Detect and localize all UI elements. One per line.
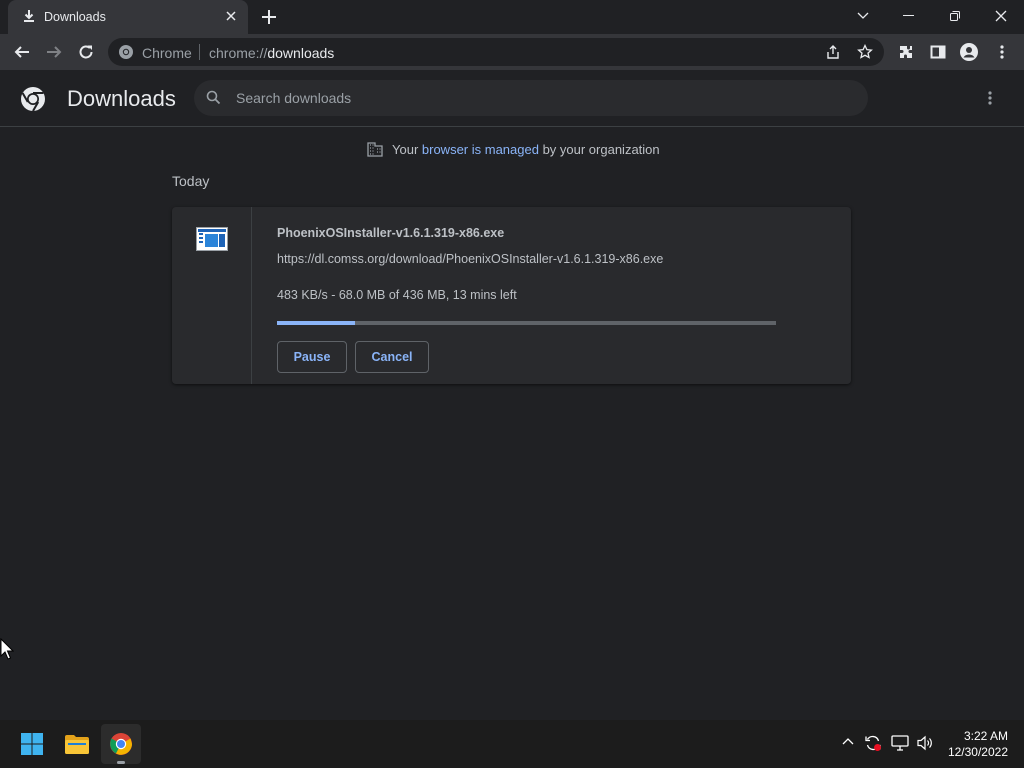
more-actions-icon[interactable] <box>988 90 992 106</box>
new-tab-icon[interactable] <box>260 8 278 26</box>
minimize-icon[interactable] <box>897 6 921 26</box>
chrome-logo-icon <box>118 44 134 60</box>
search-icon <box>206 90 221 105</box>
tab-search-icon[interactable] <box>851 6 875 26</box>
restore-icon[interactable] <box>943 6 967 26</box>
site-label: Chrome <box>142 45 192 61</box>
building-icon <box>366 140 384 158</box>
file-explorer-icon[interactable] <box>57 724 97 764</box>
download-source-url[interactable]: https://dl.comss.org/download/PhoenixOSI… <box>277 252 663 266</box>
forward-arrow-icon[interactable] <box>44 42 64 62</box>
download-file-name[interactable]: PhoenixOSInstaller-v1.6.1.319-x86.exe <box>277 226 504 240</box>
profile-avatar-icon[interactable] <box>959 42 979 62</box>
omnibox-separator <box>199 44 200 60</box>
tab-strip: Downloads <box>0 0 1024 34</box>
tab-close-icon[interactable] <box>224 9 238 23</box>
chrome-taskbar-icon[interactable] <box>101 724 141 764</box>
share-icon[interactable] <box>825 44 841 60</box>
download-progress-bar <box>277 321 776 325</box>
url-text[interactable]: chrome://downloads <box>209 45 334 61</box>
clock-time[interactable]: 3:22 AM <box>964 729 1008 743</box>
toolbar: Chrome chrome://downloads <box>0 34 1024 70</box>
cancel-button[interactable]: Cancel <box>355 341 429 373</box>
tab-downloads[interactable]: Downloads <box>8 0 248 34</box>
search-box[interactable] <box>194 80 868 116</box>
page-title: Downloads <box>67 86 176 111</box>
reload-icon[interactable] <box>76 42 96 62</box>
pause-button[interactable]: Pause <box>277 341 347 373</box>
sync-alert-icon[interactable] <box>864 734 882 752</box>
menu-kebab-icon[interactable] <box>992 42 1012 62</box>
tab-title: Downloads <box>44 10 106 24</box>
clock-date[interactable]: 12/30/2022 <box>948 745 1008 759</box>
side-panel-icon[interactable] <box>928 42 948 62</box>
download-status: 483 KB/s - 68.0 MB of 436 MB, 13 mins le… <box>277 288 517 302</box>
network-icon[interactable] <box>891 735 909 751</box>
close-window-icon[interactable] <box>989 6 1013 26</box>
extensions-puzzle-icon[interactable] <box>896 42 916 62</box>
download-item-card: PhoenixOSInstaller-v1.6.1.319-x86.exe ht… <box>172 207 851 384</box>
section-date-label: Today <box>172 173 210 189</box>
mouse-cursor-icon <box>0 638 14 660</box>
taskbar: 3:22 AM 12/30/2022 <box>0 720 1024 768</box>
chrome-logo-icon <box>20 86 46 112</box>
running-indicator <box>117 761 125 764</box>
managed-link[interactable]: browser is managed <box>422 142 539 157</box>
search-input[interactable] <box>236 88 836 108</box>
bookmark-star-icon[interactable] <box>857 44 873 60</box>
download-icon-column <box>172 207 252 384</box>
exe-file-icon <box>196 227 228 251</box>
windows-start-icon[interactable] <box>12 724 52 764</box>
download-progress-fill <box>277 321 355 325</box>
volume-icon[interactable] <box>916 735 934 751</box>
download-icon <box>22 9 36 23</box>
back-arrow-icon[interactable] <box>12 42 32 62</box>
downloads-header: Downloads <box>0 70 1024 127</box>
address-bar[interactable]: Chrome chrome://downloads <box>108 38 884 66</box>
chevron-up-icon[interactable] <box>842 737 854 745</box>
